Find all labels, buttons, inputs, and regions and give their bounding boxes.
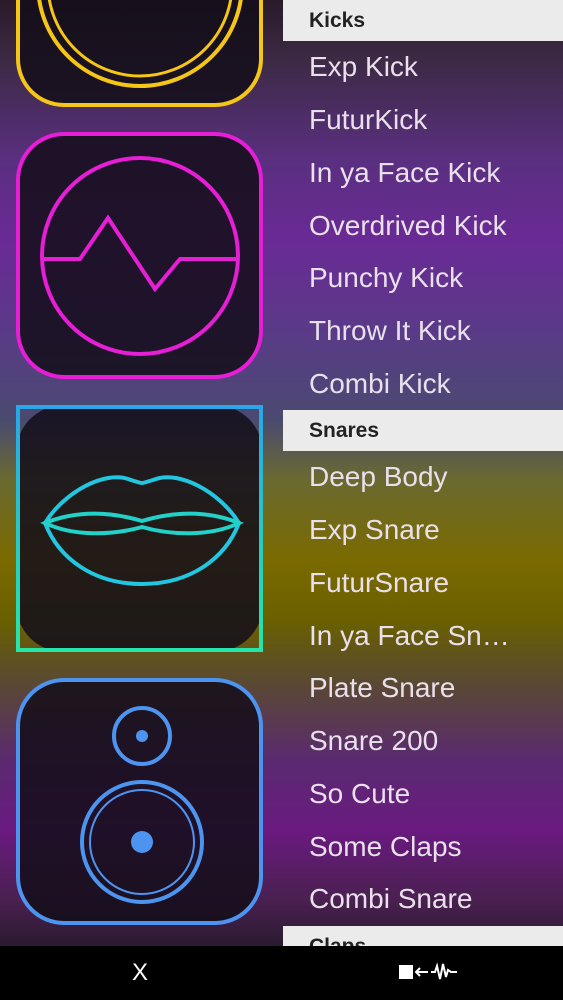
speaker-tile[interactable] — [16, 678, 263, 925]
list-item[interactable]: In ya Face Kick — [309, 147, 557, 199]
waveform-circle-icon — [40, 156, 240, 356]
snare-tile[interactable] — [16, 132, 263, 379]
list-item[interactable]: FuturKick — [309, 94, 557, 146]
list-item[interactable]: In ya Face Sn… — [309, 610, 557, 662]
lips-icon — [40, 475, 244, 587]
stop-back-button[interactable] — [395, 958, 465, 988]
speaker-icon — [80, 706, 204, 904]
sound-list: Kicks Exp Kick FuturKick In ya Face Kick… — [283, 0, 563, 946]
list-item[interactable]: Throw It Kick — [309, 305, 557, 357]
section-header-snares: Snares — [283, 410, 563, 451]
list-item[interactable]: Combi Kick — [309, 358, 557, 410]
list-item[interactable]: Deep Body — [309, 451, 557, 503]
list-item[interactable]: Punchy Kick — [309, 252, 557, 304]
kick-drum-icon — [37, 0, 243, 88]
list-item[interactable]: Some Claps — [309, 821, 557, 873]
bottom-toolbar: X — [0, 946, 563, 1000]
list-item[interactable]: Exp Snare — [309, 504, 557, 556]
list-item[interactable]: Overdrived Kick — [309, 200, 557, 252]
stop-back-waveform-icon — [399, 962, 457, 980]
section-header-kicks: Kicks — [283, 0, 563, 41]
list-item[interactable]: Snare 200 — [309, 715, 557, 767]
list-item[interactable]: Plate Snare — [309, 662, 557, 714]
sound-category-tiles — [0, 0, 283, 946]
kick-tile[interactable] — [16, 0, 263, 107]
list-item[interactable]: Exp Kick — [309, 41, 557, 93]
list-item[interactable]: FuturSnare — [309, 557, 557, 609]
list-item[interactable]: Combi Snare — [309, 873, 557, 925]
vocal-tile[interactable] — [16, 405, 263, 652]
close-button[interactable]: X — [120, 953, 160, 993]
section-header-claps: Claps — [283, 926, 563, 946]
list-item[interactable]: So Cute — [309, 768, 557, 820]
